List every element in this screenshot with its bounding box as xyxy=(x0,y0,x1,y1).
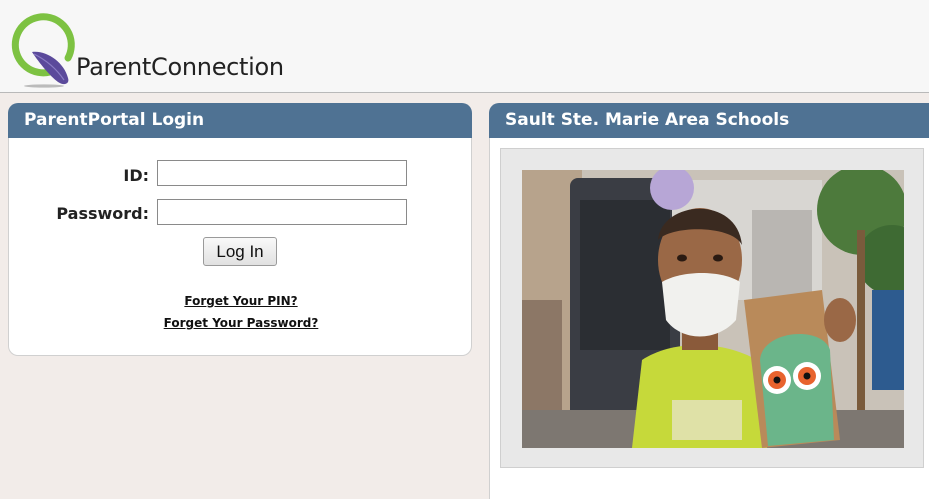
student-photo xyxy=(522,170,904,448)
login-panel: ID: Password: Log In Forget Your PIN? Fo… xyxy=(8,138,472,356)
brand-name: ParentConnection xyxy=(76,53,284,81)
forgot-pin-link[interactable]: Forget Your PIN? xyxy=(9,294,473,308)
parentconnection-logo-icon xyxy=(11,13,75,88)
photo-frame xyxy=(500,148,924,468)
school-panel-title: Sault Ste. Marie Area Schools xyxy=(489,103,929,138)
password-input[interactable] xyxy=(157,199,407,225)
id-input[interactable] xyxy=(157,160,407,186)
login-button[interactable]: Log In xyxy=(203,237,277,266)
login-panel-title: ParentPortal Login xyxy=(8,103,472,138)
forgot-password-link[interactable]: Forget Your Password? xyxy=(9,316,473,330)
password-label: Password: xyxy=(56,204,149,223)
id-label: ID: xyxy=(123,166,149,185)
site-header: ParentConnection xyxy=(0,0,929,93)
